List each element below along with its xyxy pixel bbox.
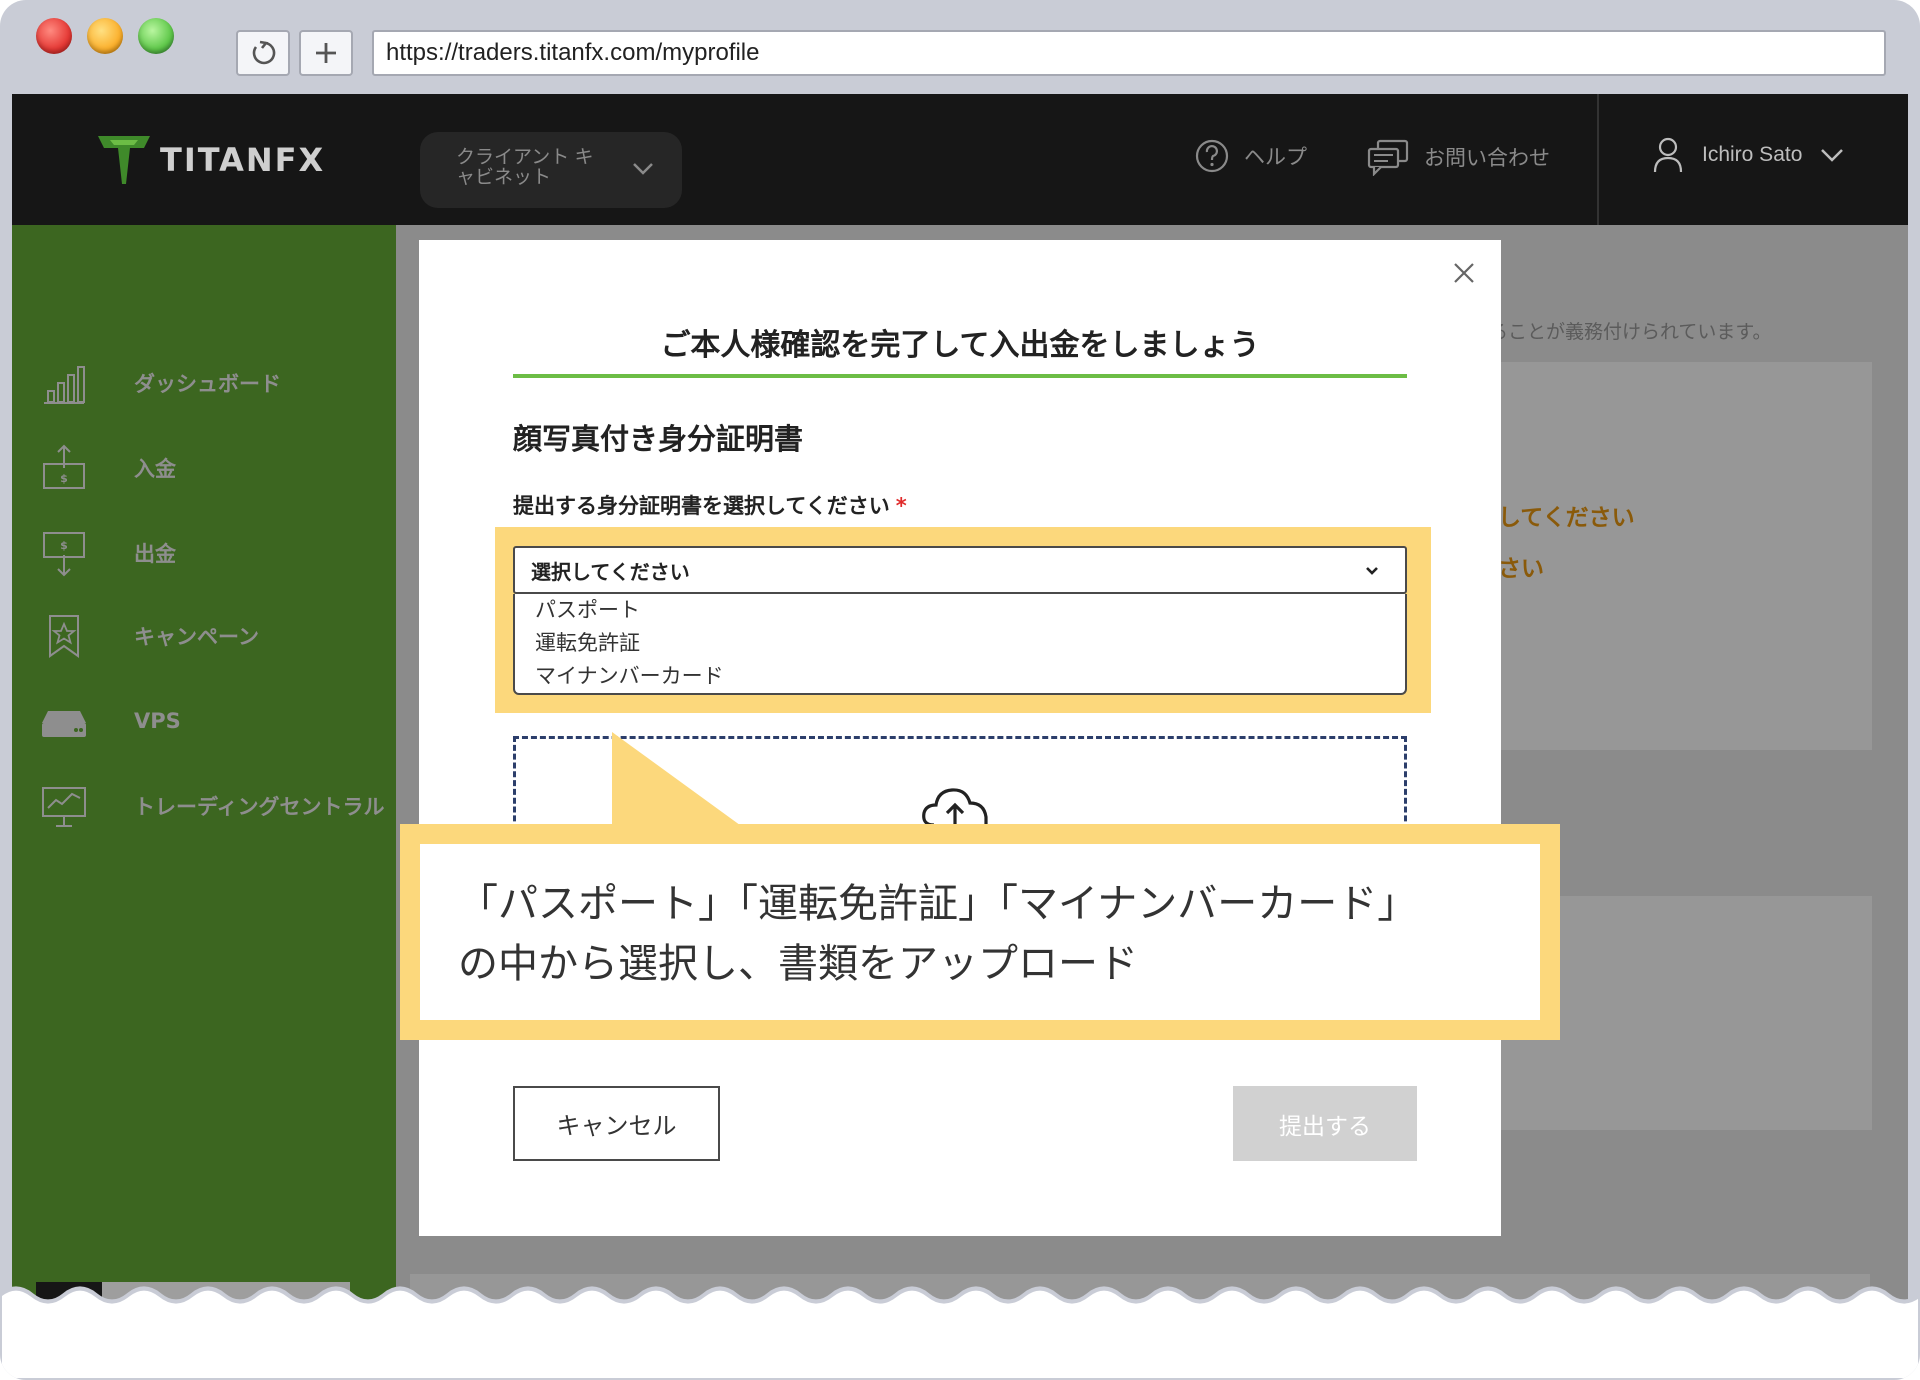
chat-bubbles-icon xyxy=(1367,139,1409,176)
background-warning-text: してください xyxy=(1498,505,1635,531)
titanfx-shield-icon xyxy=(98,136,150,184)
close-icon[interactable] xyxy=(1449,258,1479,288)
sidebar-item-vps[interactable]: VPS xyxy=(40,697,181,745)
option-my-number-card[interactable]: マイナンバーカード xyxy=(535,660,1405,693)
maximize-window-button[interactable] xyxy=(138,18,174,54)
help-link[interactable]: ヘルプ xyxy=(1194,138,1307,174)
sidebar: ダッシュボード $ 入金 $ 出金 キャンペーン VPS トレーディングセントラ… xyxy=(12,225,396,1364)
logo-text: TITANFX xyxy=(160,141,326,179)
background-warning-text: さい xyxy=(1498,556,1544,582)
monitor-chart-icon xyxy=(42,787,86,827)
reload-button[interactable] xyxy=(236,30,290,76)
reload-icon xyxy=(252,40,276,65)
address-bar[interactable]: https://traders.titanfx.com/myprofile xyxy=(372,30,1886,76)
header-divider xyxy=(1597,94,1599,225)
verification-modal: ご本人様確認を完了して入出金をしましょう 顔写真付き身分証明書 提出する身分証明… xyxy=(419,240,1501,1236)
submit-button[interactable]: 提出する xyxy=(1233,1086,1417,1161)
section-heading: 顔写真付き身分証明書 xyxy=(513,422,804,456)
torn-edge-decoration xyxy=(0,1286,1920,1380)
contact-link[interactable]: お問い合わせ xyxy=(1366,138,1550,176)
withdraw-icon: $ xyxy=(43,532,85,577)
cabinet-switcher[interactable]: クライアント キャビネット xyxy=(420,132,682,208)
cloud-upload-icon xyxy=(922,788,988,825)
sidebar-item-trading-central[interactable]: トレーディングセントラル xyxy=(40,782,385,830)
sidebar-item-label: ダッシュボード xyxy=(134,372,281,396)
user-icon xyxy=(1653,137,1683,173)
user-name: Ichiro Sato xyxy=(1702,143,1803,166)
contact-label: お問い合わせ xyxy=(1424,147,1550,170)
help-icon xyxy=(1195,139,1229,173)
document-type-select[interactable]: 選択してください xyxy=(513,546,1407,594)
page-viewport: TITANFX クライアント キャビネット ヘルプ お問い合わせ Ichiro … xyxy=(12,94,1908,1364)
close-window-button[interactable] xyxy=(36,18,72,54)
cancel-button[interactable]: キャンセル xyxy=(513,1086,720,1161)
callout-body: 「パスポート」「運転免許証」「マイナンバーカード」 の中から選択し、書類をアップ… xyxy=(420,844,1540,1020)
user-menu[interactable]: Ichiro Sato xyxy=(1652,136,1844,174)
titanfx-logo[interactable]: TITANFX xyxy=(96,134,325,186)
callout-text-line-2: の中から選択し、書類をアップロード xyxy=(458,941,1138,987)
option-passport[interactable]: パスポート xyxy=(535,594,1405,627)
label-text: 提出する身分証明書を選択してください xyxy=(513,494,890,518)
svg-text:$: $ xyxy=(60,472,68,485)
background-notice-text: することが義務付けられています。 xyxy=(1470,322,1772,343)
plus-icon xyxy=(316,43,336,63)
svg-text:$: $ xyxy=(60,539,68,552)
bar-chart-icon xyxy=(44,366,85,404)
sidebar-item-label: 入金 xyxy=(134,457,176,481)
browser-window: https://traders.titanfx.com/myprofile TI… xyxy=(0,0,1920,1380)
instruction-callout: 「パスポート」「運転免許証」「マイナンバーカード」 の中から選択し、書類をアップ… xyxy=(400,824,1560,1040)
site-header: TITANFX クライアント キャビネット ヘルプ お問い合わせ Ichiro … xyxy=(12,94,1908,225)
title-underline xyxy=(513,374,1407,378)
chevron-down-icon xyxy=(633,163,653,175)
sidebar-item-dashboard[interactable]: ダッシュボード xyxy=(40,359,281,407)
deposit-icon: $ xyxy=(43,444,85,489)
sidebar-item-withdraw[interactable]: $ 出金 xyxy=(40,529,176,577)
modal-title: ご本人様確認を完了して入出金をしましょう xyxy=(660,328,1260,363)
select-value: 選択してください xyxy=(531,559,690,584)
sidebar-item-label: キャンペーン xyxy=(134,625,259,649)
new-tab-button[interactable] xyxy=(299,30,353,76)
cabinet-label: クライアント キャビネット xyxy=(456,147,594,188)
sidebar-item-campaign[interactable]: キャンペーン xyxy=(40,612,259,660)
required-mark: * xyxy=(895,494,907,518)
callout-text-line-1: 「パスポート」「運転免許証」「マイナンバーカード」 xyxy=(458,881,1418,927)
star-bookmark-icon xyxy=(49,615,79,658)
help-label: ヘルプ xyxy=(1244,146,1307,169)
chevron-down-icon xyxy=(1366,567,1378,575)
sidebar-item-label: 出金 xyxy=(134,542,176,566)
option-drivers-license[interactable]: 運転免許証 xyxy=(535,627,1405,660)
sidebar-item-label: VPS xyxy=(134,709,181,733)
chevron-down-icon xyxy=(1821,149,1844,162)
sidebar-item-label: トレーディングセントラル xyxy=(134,795,385,819)
document-type-label: 提出する身分証明書を選択してください * xyxy=(513,490,907,520)
document-type-options: パスポート 運転免許証 マイナンバーカード xyxy=(513,594,1407,695)
minimize-window-button[interactable] xyxy=(87,18,123,54)
server-icon xyxy=(42,711,86,737)
sidebar-item-deposit[interactable]: $ 入金 xyxy=(40,444,176,492)
